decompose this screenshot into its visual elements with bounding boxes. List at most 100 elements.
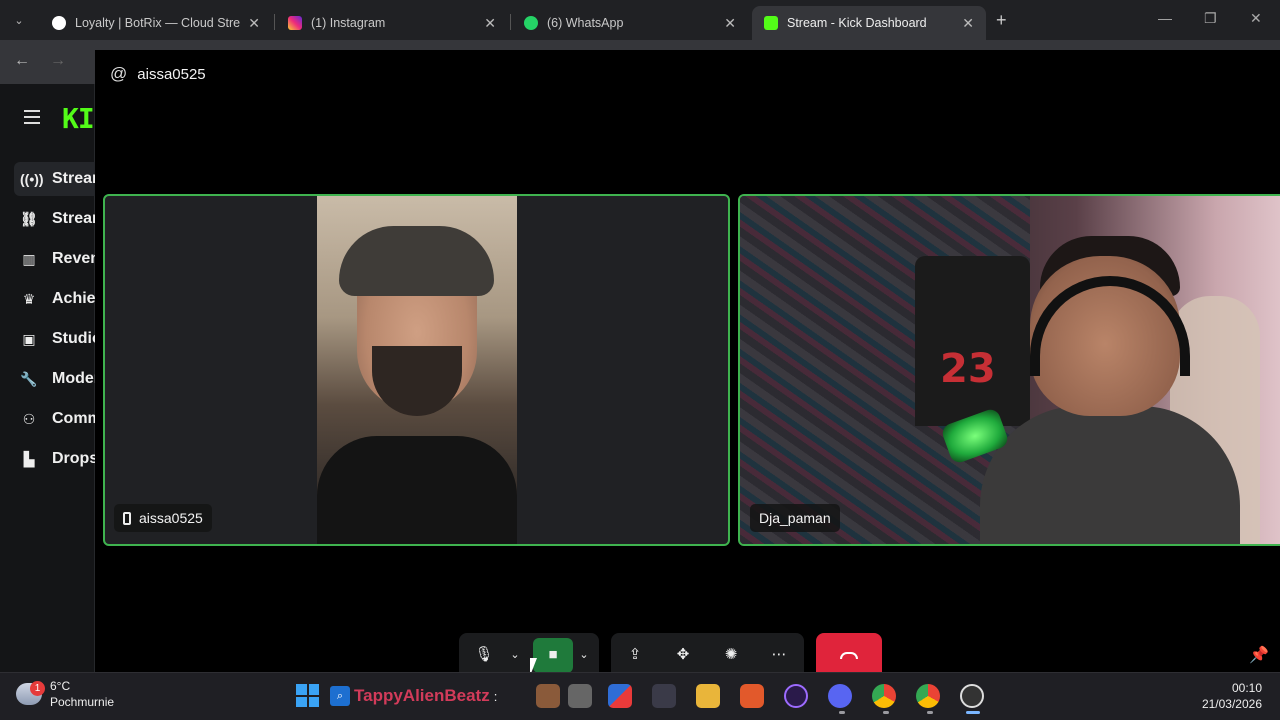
sidebar-item-achievements[interactable]: ♛ Achievements xyxy=(14,282,95,316)
close-tab-icon[interactable]: ✕ xyxy=(248,15,260,32)
weather-widget[interactable]: 1 6°C Pochmurnie xyxy=(16,678,114,710)
end-call-button[interactable] xyxy=(816,633,882,673)
tab-title: (6) WhatsApp xyxy=(547,16,624,30)
search-text: TappyAlienBeatz xyxy=(354,686,490,705)
phone-icon xyxy=(123,511,131,525)
people-icon: ⚇ xyxy=(22,410,36,427)
tab-botrix[interactable]: Loyalty | BotRix — Cloud Stream ✕ xyxy=(40,6,272,40)
sidebar-item-community[interactable]: ⚇ Community xyxy=(14,402,95,436)
new-tab-button[interactable]: + xyxy=(996,10,1007,31)
participant-tile-dja[interactable]: 23 xyxy=(738,194,1280,546)
sidebar-item-studio[interactable]: ▣ Studio xyxy=(14,322,95,356)
sidebar-item-label: Revenue xyxy=(52,250,95,267)
brave-icon[interactable] xyxy=(740,684,764,708)
participant-name: aissa0525 xyxy=(139,510,203,526)
sidebar-item-label: Studio xyxy=(52,330,95,347)
weather-desc: Pochmurnie xyxy=(50,695,115,709)
close-tab-icon[interactable]: ✕ xyxy=(484,15,496,32)
botrix-icon xyxy=(52,16,66,30)
tab-instagram[interactable]: (1) Instagram ✕ xyxy=(276,6,508,40)
obs-icon[interactable] xyxy=(960,684,984,708)
close-tab-icon[interactable]: ✕ xyxy=(962,15,974,32)
at-icon: @ xyxy=(110,64,128,83)
kick-logo[interactable]: KI xyxy=(62,102,95,135)
tab-title: Loyalty | BotRix — Cloud Stream xyxy=(75,16,241,30)
more-options-icon[interactable]: ⋯ xyxy=(767,642,791,666)
tab-kick-dashboard[interactable]: Stream - Kick Dashboard ✕ xyxy=(752,6,986,40)
mic-options-chevron-icon[interactable]: ⌄ xyxy=(503,642,527,666)
notification-badge: 1 xyxy=(30,681,45,696)
sidebar-item-revenue[interactable]: ▥ Revenue xyxy=(14,242,95,276)
kick-icon xyxy=(764,16,778,30)
clock-time: 00:10 xyxy=(1231,681,1262,695)
sidebar-item-label: Moderation xyxy=(52,370,95,387)
chrome-icon[interactable] xyxy=(916,684,940,708)
sidebar-item-label: Stream xyxy=(52,170,95,187)
pin-icon[interactable]: 📌 xyxy=(1249,645,1269,665)
broadcast-icon: ((•)) xyxy=(20,171,44,187)
weather-temp: 6°C xyxy=(50,679,71,693)
sidebar-item-label: Drops xyxy=(52,450,95,467)
task-view-icon[interactable] xyxy=(568,684,592,708)
close-tab-icon[interactable]: ✕ xyxy=(724,15,736,32)
sidebar-item-stream[interactable]: ((•)) Stream xyxy=(14,162,95,196)
instagram-icon xyxy=(288,16,302,30)
active-indicator xyxy=(966,711,980,714)
participant-video: 23 xyxy=(740,196,1280,544)
drops-icon: ▙ xyxy=(23,450,35,467)
participant-name-tag: aissa0525 xyxy=(114,504,212,532)
sidebar-item-label: Stream xyxy=(52,210,95,227)
share-screen-icon[interactable]: ⇪ xyxy=(623,642,647,666)
back-arrow-icon[interactable]: ← xyxy=(14,52,30,70)
reactions-icon[interactable]: ✺ xyxy=(719,642,743,666)
tab-divider xyxy=(274,14,275,30)
taskbar-search[interactable]: ⌕ TappyAlienBeatz : xyxy=(330,682,530,710)
app-icon[interactable] xyxy=(608,684,632,708)
apps-icon[interactable]: ✥ xyxy=(671,642,695,666)
restore-icon[interactable]: ❐ xyxy=(1204,10,1217,27)
sidebar-item-moderation[interactable]: 🔧 Moderation xyxy=(14,362,95,396)
window-close-icon[interactable]: ✕ xyxy=(1250,10,1262,27)
microphone-icon[interactable]: 🎙 xyxy=(472,642,496,666)
menu-icon[interactable] xyxy=(24,110,40,124)
store-icon[interactable] xyxy=(652,684,676,708)
sidebar-item-label: Community xyxy=(52,410,95,427)
chart-icon: ▥ xyxy=(22,250,36,267)
participant-name-tag: Dja_paman xyxy=(750,504,840,532)
caller-name: aissa0525 xyxy=(137,65,206,83)
discord-icon[interactable] xyxy=(828,684,852,708)
meme-app-icon[interactable] xyxy=(536,684,560,708)
sidebar-item-stream-link[interactable]: ⛓ Stream xyxy=(14,202,95,236)
end-call-icon xyxy=(840,651,858,659)
running-indicator xyxy=(883,711,889,714)
forward-arrow-icon[interactable]: → xyxy=(50,52,66,70)
participant-tile-aissa[interactable] xyxy=(103,194,730,546)
sidebar-item-drops[interactable]: ▙ Drops xyxy=(14,442,95,476)
running-indicator xyxy=(839,711,845,714)
search-separator: : xyxy=(493,688,498,704)
participant-video xyxy=(317,196,517,544)
minimize-icon[interactable]: — xyxy=(1158,10,1172,26)
whatsapp-icon xyxy=(524,16,538,30)
search-app-icon: ⌕ xyxy=(330,686,350,706)
camera-options-chevron-icon[interactable]: ⌄ xyxy=(572,642,596,666)
windows-taskbar xyxy=(0,672,1280,720)
sidebar-item-label: Achievements xyxy=(52,290,95,307)
trophy-icon: ♛ xyxy=(22,290,36,307)
app-circle-icon[interactable] xyxy=(784,684,808,708)
cloud-icon: 1 xyxy=(16,681,45,705)
browser-tab-strip: ⌄ Loyalty | BotRix — Cloud Stream ✕ (1) … xyxy=(0,0,1280,40)
tab-title: Stream - Kick Dashboard xyxy=(787,16,927,30)
link-icon: ⛓ xyxy=(20,210,38,227)
chrome-icon[interactable] xyxy=(872,684,896,708)
windows-start-icon[interactable] xyxy=(296,684,319,707)
taskbar-clock[interactable]: 00:10 21/03/2026 xyxy=(1196,680,1262,712)
tab-whatsapp[interactable]: (6) WhatsApp ✕ xyxy=(512,6,748,40)
call-header: @ aissa0525 xyxy=(110,64,206,84)
tab-search-chevron-icon[interactable]: ⌄ xyxy=(8,9,30,31)
file-explorer-icon[interactable] xyxy=(696,684,720,708)
clock-date: 21/03/2026 xyxy=(1201,697,1262,711)
tab-divider xyxy=(510,14,511,30)
camera-icon: ■ xyxy=(548,645,558,663)
wrench-icon: 🔧 xyxy=(20,370,38,387)
